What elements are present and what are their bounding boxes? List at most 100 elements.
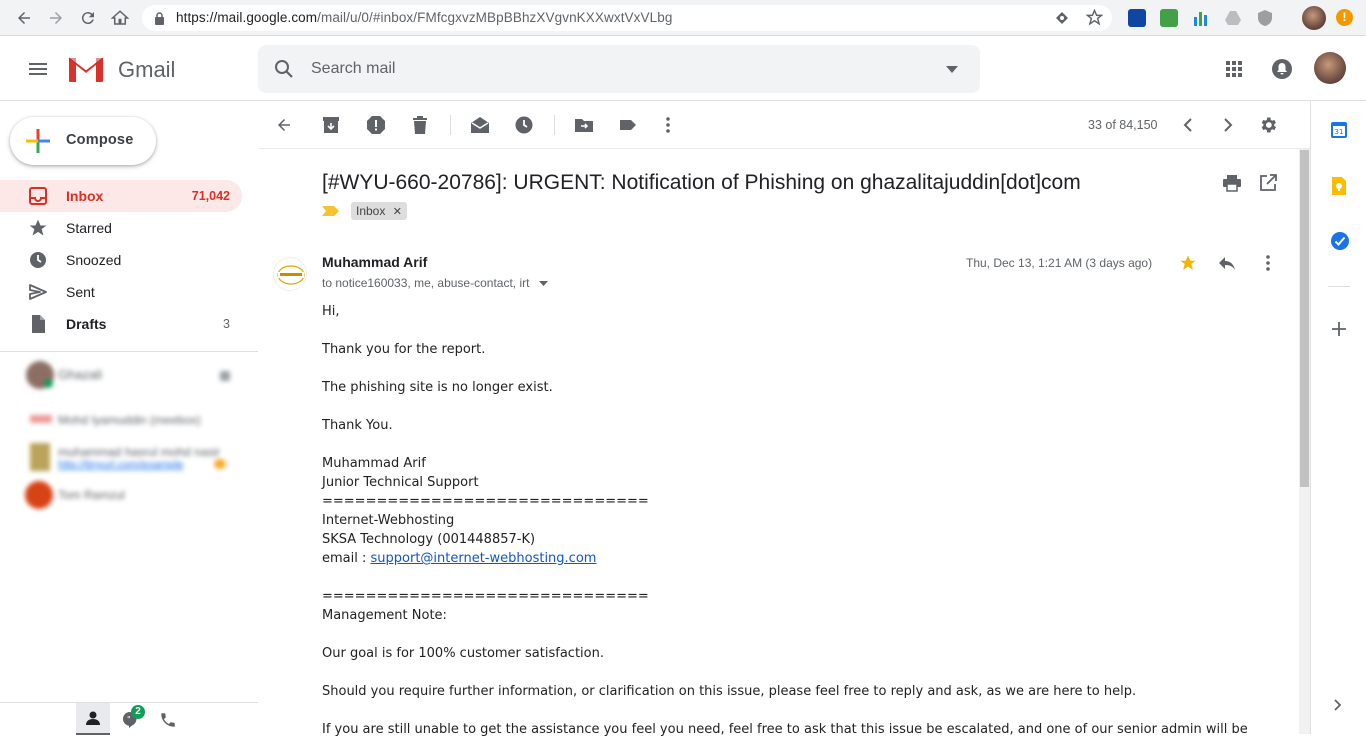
sidebar-item-starred[interactable]: Starred: [0, 212, 242, 244]
signature-company-reg: SKSA Technology (001448857-K): [322, 532, 536, 547]
view-site-info-icon[interactable]: [1054, 10, 1070, 26]
sidebar-item-label: Drafts: [66, 316, 107, 332]
body-line: The phishing site is no longer exist.: [322, 380, 553, 395]
hangouts-add-icon[interactable]: [220, 371, 230, 381]
management-note-heading: Management Note:: [322, 608, 447, 623]
keep-notes-icon[interactable]: [1330, 176, 1348, 196]
body-line: Thank you for the report.: [322, 342, 486, 357]
open-new-window-icon[interactable]: [1259, 174, 1277, 192]
more-options-icon[interactable]: [656, 113, 680, 137]
side-panel-divider: [1328, 286, 1350, 287]
compose-button[interactable]: Compose: [10, 117, 156, 165]
message-subject: [#WYU-660-20786]: URGENT: Notification o…: [322, 171, 1081, 194]
add-addon-plus-icon[interactable]: [1332, 322, 1346, 336]
calendar-icon[interactable]: 31: [1330, 121, 1348, 139]
print-icon[interactable]: [1222, 174, 1242, 192]
hangouts-avatar[interactable]: [25, 481, 53, 509]
main-menu-icon[interactable]: [26, 57, 50, 81]
svg-text:31: 31: [1335, 128, 1344, 136]
body-line: Our goal is for 100% customer satisfacti…: [322, 646, 604, 661]
message-scrollbar-thumb[interactable]: [1300, 150, 1309, 487]
extension-printer-icon[interactable]: [1160, 9, 1178, 27]
hangouts-contacts: Ghazali Mohd Iyamuddin (meebox) muhammad…: [0, 357, 258, 509]
hangouts-bottom-bar: " 2: [0, 702, 258, 735]
show-details-chevron-down-icon[interactable]: [538, 281, 548, 287]
search-bar[interactable]: Search mail: [258, 45, 980, 93]
archive-icon[interactable]: [319, 113, 343, 137]
address-bar[interactable]: https://mail.google.com/mail/u/0/#inbox/…: [142, 5, 1112, 31]
inbox-icon: [28, 186, 48, 206]
sidebar-item-inbox[interactable]: Inbox 71,042: [0, 180, 242, 212]
snooze-clock-icon[interactable]: [512, 113, 536, 137]
message-body: Hi, Thank you for the report. The phishi…: [322, 302, 1282, 739]
newer-chevron-left-icon[interactable]: [1176, 113, 1200, 137]
move-to-folder-icon[interactable]: [572, 113, 596, 137]
star-message-icon[interactable]: [1179, 254, 1197, 272]
compose-plus-icon: [26, 129, 50, 153]
extension-drive-icon[interactable]: [1224, 9, 1242, 27]
notifications-bell-icon[interactable]: [1270, 57, 1294, 81]
sender-avatar[interactable]: [273, 257, 307, 291]
phone-call-icon[interactable]: [159, 711, 177, 729]
inbox-unread-count: 71,042: [191, 189, 230, 203]
toolbar-divider: [554, 115, 555, 135]
back-to-inbox-icon[interactable]: [272, 113, 296, 137]
apps-grid-icon[interactable]: [1222, 57, 1246, 81]
hangouts-contact-name[interactable]: muhammad hasrul mohd nasir: [58, 445, 220, 459]
hangouts-contact-name[interactable]: Ghazali: [58, 367, 102, 382]
extension-shield-icon[interactable]: [1256, 9, 1274, 27]
hangouts-avatar[interactable]: [30, 415, 52, 423]
hangouts-avatar[interactable]: [30, 443, 50, 471]
toolbar-divider: [450, 115, 451, 135]
expand-panel-chevron-right-icon[interactable]: [1334, 699, 1342, 711]
message-more-options-icon[interactable]: [1266, 255, 1270, 271]
report-spam-icon[interactable]: [364, 113, 388, 137]
side-panel: 31: [1310, 101, 1366, 734]
sidebar: Compose Inbox 71,042 Starred Snoozed Sen…: [0, 101, 258, 734]
older-chevron-right-icon[interactable]: [1216, 113, 1240, 137]
signature-separator: ==============================: [322, 589, 649, 604]
gmail-logo-icon[interactable]: [66, 54, 106, 84]
sidebar-item-sent[interactable]: Sent: [0, 276, 242, 308]
bookmark-star-icon[interactable]: [1086, 9, 1103, 26]
settings-gear-icon[interactable]: [1256, 113, 1280, 137]
body-line: Should you require further information, …: [322, 684, 1137, 699]
hangouts-contact-name[interactable]: Tom Ramzul: [58, 488, 125, 502]
drafts-count: 3: [223, 317, 230, 331]
tasks-check-icon[interactable]: [1330, 231, 1350, 251]
hangouts-contact-status[interactable]: http://tinyurl.com/example: [58, 459, 183, 471]
body-line: Thank You.: [322, 418, 393, 433]
delete-trash-icon[interactable]: [408, 113, 432, 137]
browser-update-icon[interactable]: !: [1336, 9, 1353, 26]
remove-label-close-icon[interactable]: ✕: [393, 206, 402, 218]
search-input[interactable]: Search mail: [311, 60, 395, 78]
extension-analytics-icon[interactable]: [1128, 9, 1146, 27]
sidebar-item-label: Sent: [66, 284, 95, 300]
importance-marker-icon[interactable]: [322, 205, 340, 217]
account-avatar[interactable]: [1314, 52, 1346, 84]
reload-icon[interactable]: [76, 6, 100, 30]
forward-arrow-icon[interactable]: [44, 6, 68, 30]
hangouts-contact-name[interactable]: Mohd Iyamuddin (meebox): [58, 413, 201, 427]
browser-profile-avatar[interactable]: [1302, 6, 1326, 30]
hangouts-contacts-tab[interactable]: [76, 703, 110, 735]
body-line: If you are still unable to get the assis…: [322, 722, 1248, 737]
support-email-link[interactable]: support@internet-webhosting.com: [371, 551, 597, 566]
search-icon[interactable]: [272, 57, 296, 81]
sidebar-item-label: Inbox: [66, 188, 104, 204]
label-tag-icon[interactable]: [616, 113, 640, 137]
home-icon[interactable]: [108, 6, 132, 30]
sidebar-item-drafts[interactable]: Drafts 3: [0, 308, 242, 340]
mark-unread-icon[interactable]: [468, 113, 492, 137]
url-text: https://mail.google.com/mail/u/0/#inbox/…: [176, 10, 673, 25]
search-options-chevron-down-icon[interactable]: [946, 66, 958, 73]
extension-chart-icon[interactable]: [1192, 9, 1210, 27]
sidebar-item-label: Starred: [66, 220, 112, 236]
signature-email-line: email : support@internet-webhosting.com: [322, 551, 597, 566]
back-arrow-icon[interactable]: [12, 6, 36, 30]
sidebar-item-snoozed[interactable]: Snoozed: [0, 244, 242, 276]
signature-name: Muhammad Arif: [322, 456, 426, 471]
sender-name[interactable]: Muhammad Arif: [322, 254, 427, 270]
reply-icon[interactable]: [1217, 254, 1237, 272]
signature-separator: ==============================: [322, 494, 649, 509]
